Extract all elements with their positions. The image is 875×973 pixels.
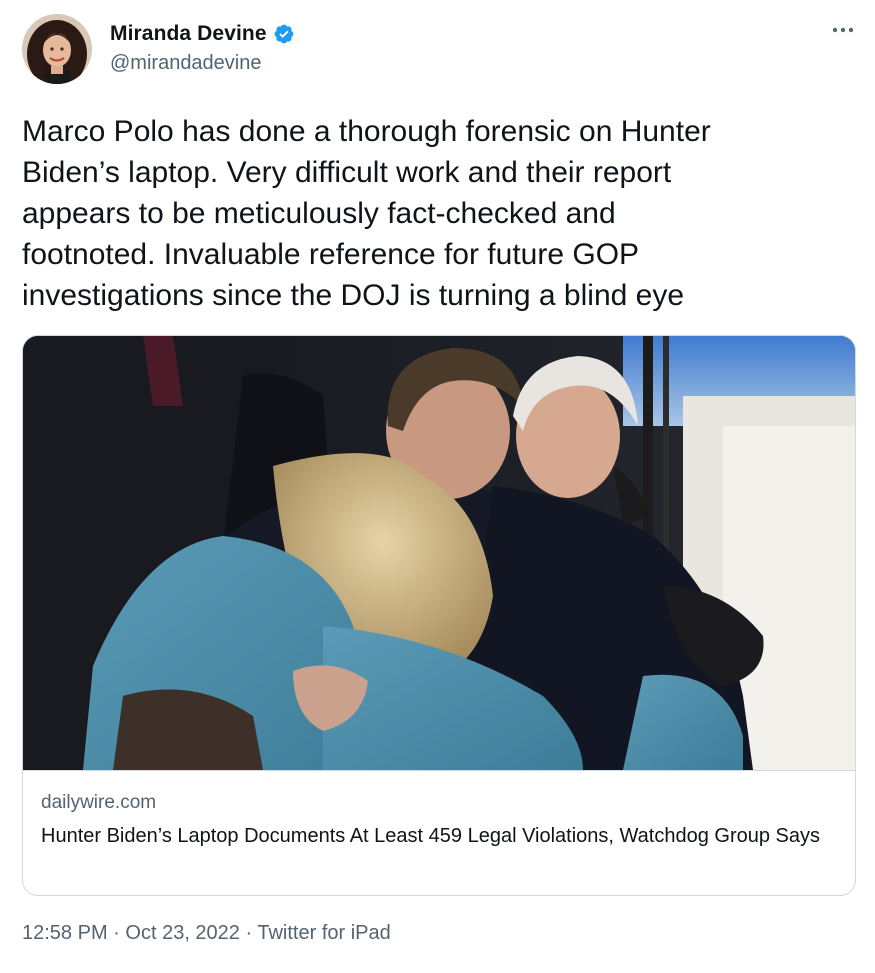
tweet-text-line: appears to be meticulously fact-checked … <box>22 197 616 230</box>
display-name-row: Miranda Devine <box>110 20 295 48</box>
link-card-domain: dailywire.com <box>41 792 157 813</box>
tweet-text-line: footnoted. Invaluable reference for futu… <box>22 238 640 271</box>
tweet-source[interactable]: Twitter for iPad <box>257 922 390 944</box>
display-name[interactable]: Miranda Devine <box>110 22 267 46</box>
verified-badge-icon <box>273 23 295 45</box>
tweet-text-line: Marco Polo has done a thorough forensic … <box>22 115 711 148</box>
tweet-text-line: investigations since the DOJ is turning … <box>22 279 685 312</box>
tweet-meta: 12:58 PM · Oct 23, 2022 · Twitter for iP… <box>22 922 391 945</box>
tweet-text: Marco Polo has done a thorough forensic … <box>22 111 852 316</box>
link-card[interactable]: dailywire.com Hunter Biden’s Laptop Docu… <box>22 335 856 896</box>
more-options-icon[interactable] <box>828 20 858 40</box>
link-card-title: Hunter Biden’s Laptop Documents At Least… <box>41 825 821 847</box>
profile-photo <box>22 14 92 84</box>
link-card-image[interactable] <box>23 336 855 770</box>
tweet-date[interactable]: Oct 23, 2022 <box>125 922 240 944</box>
link-card-body[interactable]: dailywire.com Hunter Biden’s Laptop Docu… <box>23 770 855 895</box>
meta-separator: · <box>245 922 253 944</box>
handle[interactable]: @mirandadevine <box>110 52 295 75</box>
embracing-people-photo <box>23 336 855 770</box>
tweet-header: Miranda Devine @mirandadevine <box>22 14 862 86</box>
meta-separator: · <box>113 922 120 944</box>
tweet-time[interactable]: 12:58 PM <box>22 922 108 944</box>
author-names: Miranda Devine @mirandadevine <box>110 20 295 75</box>
tweet-text-line: Biden’s laptop. Very difficult work and … <box>22 156 672 189</box>
avatar[interactable] <box>22 14 92 84</box>
